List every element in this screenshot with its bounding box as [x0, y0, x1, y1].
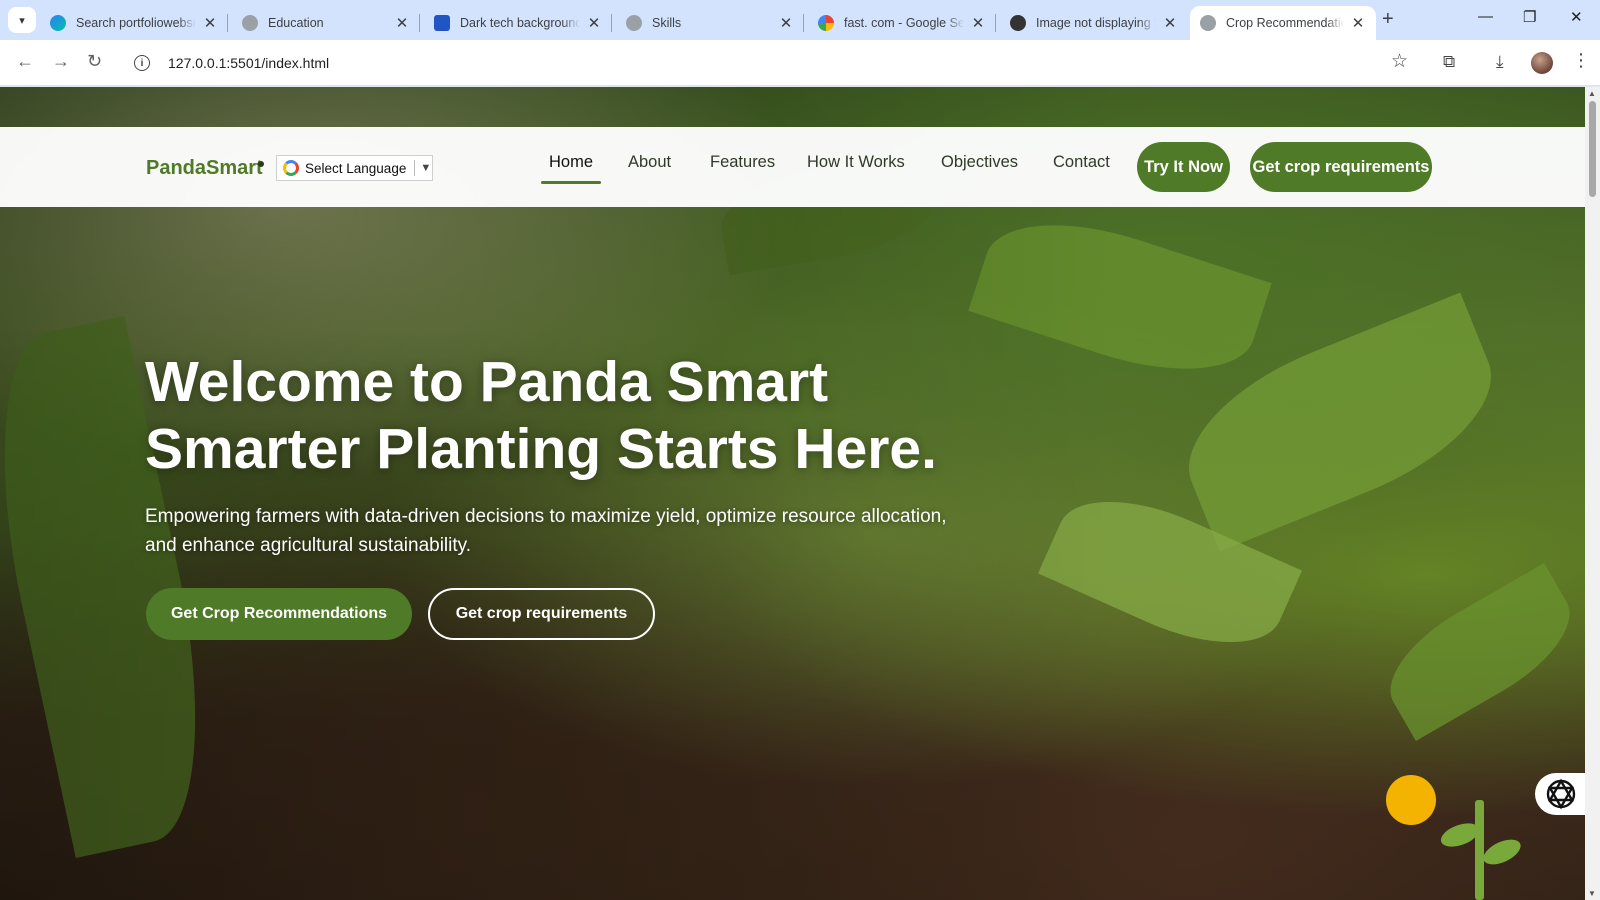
- close-icon[interactable]: ✕: [202, 14, 218, 32]
- site-info-icon[interactable]: i: [134, 55, 150, 71]
- sprout-decoration: [1475, 800, 1484, 900]
- hero-title-line1: Welcome to Panda Smart: [145, 350, 829, 414]
- try-it-now-button[interactable]: Try It Now: [1137, 142, 1230, 192]
- globe-icon: [242, 15, 258, 31]
- browser-tabstrip: ▾ Search portfoliowebsit ✕ Education ✕ D…: [0, 0, 1600, 40]
- browser-tab[interactable]: Skills ✕: [616, 6, 804, 40]
- nav-features[interactable]: Features: [710, 153, 775, 172]
- tab-title: Search portfoliowebsit: [76, 16, 196, 30]
- download-icon[interactable]: ⤓: [1496, 52, 1504, 72]
- close-icon[interactable]: ✕: [586, 14, 602, 32]
- scroll-down-icon[interactable]: ▼: [1588, 889, 1596, 898]
- google-translate-icon: [283, 160, 299, 176]
- get-crop-requirements-button[interactable]: Get crop requirements: [428, 588, 655, 640]
- nav-contact[interactable]: Contact: [1053, 153, 1110, 172]
- globe-icon: [1200, 15, 1216, 31]
- nav-home[interactable]: Home: [549, 153, 593, 172]
- chat-widget-button[interactable]: [1535, 773, 1585, 815]
- close-icon[interactable]: ✕: [1162, 14, 1178, 32]
- close-window-icon[interactable]: ✕: [1570, 8, 1583, 26]
- browser-toolbar: ← → ↻ i 127.0.0.1:5501/index.html ☆ ⧉ ⤓ …: [0, 40, 1600, 86]
- sun-decoration: [1386, 775, 1436, 825]
- google-icon: [818, 15, 834, 31]
- doc-icon: [434, 15, 450, 31]
- page-viewport: PandaSmart Select Language ▼ Home About …: [0, 87, 1585, 900]
- url-text[interactable]: 127.0.0.1:5501/index.html: [168, 55, 329, 71]
- close-icon[interactable]: ✕: [1350, 14, 1366, 32]
- hero-subtitle: Empowering farmers with data-driven deci…: [145, 506, 947, 556]
- hero-title-line2: Smarter Planting Starts Here.: [145, 417, 937, 481]
- tab-title: Dark tech background: [460, 16, 580, 30]
- close-icon[interactable]: ✕: [970, 14, 986, 32]
- page-scrollbar[interactable]: ▲ ▼: [1585, 87, 1600, 900]
- browser-tab[interactable]: Search portfoliowebsit ✕: [40, 6, 228, 40]
- nav-objectives[interactable]: Objectives: [941, 153, 1018, 172]
- nav-how-it-works[interactable]: How It Works: [807, 153, 905, 172]
- tab-title: Education: [268, 16, 324, 30]
- get-crop-requirements-nav-button[interactable]: Get crop requirements: [1250, 142, 1432, 192]
- bookmark-star-icon[interactable]: ☆: [1391, 50, 1408, 73]
- reload-icon[interactable]: ↻: [87, 51, 102, 72]
- menu-icon[interactable]: ⋮: [1572, 50, 1590, 71]
- browser-tab[interactable]: Dark tech background ✕: [424, 6, 612, 40]
- tab-title: Image not displaying f: [1036, 16, 1156, 30]
- close-icon[interactable]: ✕: [394, 14, 410, 32]
- copilot-icon: [50, 15, 66, 31]
- language-select-label: Select Language: [305, 160, 407, 176]
- dropdown-arrow-icon: ▼: [420, 162, 432, 174]
- get-crop-recommendations-button[interactable]: Get Crop Recommendations: [146, 588, 412, 640]
- browser-tab[interactable]: fast. com - Google Sea ✕: [808, 6, 996, 40]
- browser-tab-active[interactable]: Crop Recommendation ✕: [1190, 6, 1376, 40]
- back-icon[interactable]: ←: [16, 51, 34, 72]
- openai-icon: [1010, 15, 1026, 31]
- site-logo[interactable]: PandaSmart: [146, 157, 263, 180]
- tab-title: Skills: [652, 16, 682, 30]
- new-tab-button[interactable]: +: [1382, 8, 1394, 31]
- minimize-icon[interactable]: —: [1478, 8, 1493, 25]
- address-bar[interactable]: i 127.0.0.1:5501/index.html: [122, 46, 1412, 80]
- forward-icon[interactable]: →: [52, 51, 70, 72]
- browser-tab[interactable]: Education ✕: [232, 6, 420, 40]
- globe-icon: [626, 15, 642, 31]
- site-header: PandaSmart Select Language ▼ Home About …: [0, 127, 1585, 207]
- tab-title: fast. com - Google Sea: [844, 16, 964, 30]
- scrollbar-thumb[interactable]: [1589, 101, 1596, 197]
- logo-dot: [258, 161, 264, 167]
- nav-active-indicator: [541, 181, 601, 184]
- scroll-up-icon[interactable]: ▲: [1588, 89, 1596, 98]
- close-icon[interactable]: ✕: [778, 14, 794, 32]
- hero-title: Welcome to Panda Smart Smarter Planting …: [145, 349, 937, 483]
- restore-icon[interactable]: ❐: [1523, 8, 1536, 26]
- nav-about[interactable]: About: [628, 153, 671, 172]
- browser-tab[interactable]: Image not displaying f ✕: [1000, 6, 1188, 40]
- tab-title: Crop Recommendation: [1226, 16, 1344, 30]
- profile-avatar[interactable]: [1531, 52, 1553, 74]
- hero-overlay: [0, 87, 1585, 900]
- chat-bot-icon: [1546, 778, 1576, 810]
- extensions-icon[interactable]: ⧉: [1443, 52, 1455, 72]
- tab-search-button[interactable]: ▾: [8, 7, 36, 33]
- language-select[interactable]: Select Language ▼: [276, 155, 433, 181]
